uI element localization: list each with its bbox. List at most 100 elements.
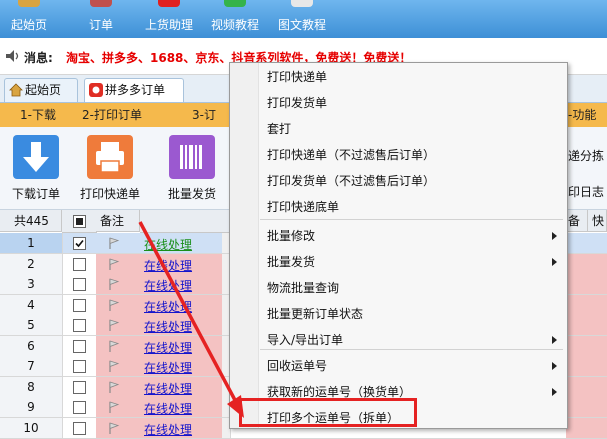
row-checkbox[interactable] <box>73 380 86 394</box>
row-select-cell <box>62 253 97 274</box>
step-download[interactable]: 1-下载 <box>20 103 56 127</box>
row-checkbox[interactable] <box>73 401 86 414</box>
message-label: 消息: <box>24 51 53 65</box>
row-remark-cell[interactable] <box>96 233 141 253</box>
row-number: 5 <box>0 315 63 335</box>
menu-item[interactable]: 批量修改 <box>267 226 315 246</box>
home-icon <box>18 0 40 7</box>
menu-item[interactable]: 批量发货 <box>267 252 315 272</box>
remark2-header: 备 <box>566 210 588 232</box>
row-remark-cell[interactable] <box>96 315 141 335</box>
flag-icon <box>109 278 120 290</box>
menu-item[interactable]: 打印快递单（不过滤售后订单） <box>267 145 435 165</box>
row-number: 9 <box>0 397 63 417</box>
row-select-cell <box>62 335 97 356</box>
menu-item[interactable]: 物流批量查询 <box>267 278 339 298</box>
step-functions[interactable]: -功能 <box>568 103 596 127</box>
row-status-cell: 在线处理 <box>140 294 223 315</box>
row-remark-cell[interactable] <box>96 335 141 356</box>
flag-icon <box>109 339 120 352</box>
online-process-link[interactable]: 在线处理 <box>144 421 192 438</box>
status-header <box>140 210 223 233</box>
topbar-docs-button[interactable]: 图文教程 <box>272 0 332 38</box>
menu-item[interactable]: 打印快递单 <box>267 67 327 87</box>
row-checkbox[interactable] <box>73 257 86 271</box>
row-remark-cell[interactable] <box>96 356 141 376</box>
row-checkbox[interactable] <box>73 319 86 332</box>
topbar-video-button[interactable]: 视频教程 <box>206 0 264 38</box>
menu-item[interactable]: 打印发货单 <box>267 93 327 113</box>
online-process-link[interactable]: 在线处理 <box>144 380 192 397</box>
row-status-cell: 在线处理 <box>140 335 223 356</box>
row-status-cell: 在线处理 <box>140 274 223 294</box>
row-right-cell <box>566 253 607 274</box>
flag-icon <box>109 421 120 434</box>
menu-item[interactable]: 打印快递底单 <box>267 197 339 217</box>
flag-icon <box>109 360 120 372</box>
menu-item[interactable]: 套打 <box>267 119 291 139</box>
row-select-cell <box>62 376 97 397</box>
online-process-link[interactable]: 在线处理 <box>144 298 192 315</box>
step-orders[interactable]: 3-订 <box>192 103 216 127</box>
batch-ship-button[interactable]: 批量发货 <box>162 135 222 205</box>
submenu-arrow-icon <box>552 388 557 396</box>
express-sort-fragment[interactable]: 递分拣 <box>568 147 604 164</box>
row-number: 10 <box>0 417 63 438</box>
row-remark-cell[interactable] <box>96 294 141 315</box>
topbar-orders-label: 订单 <box>88 18 113 32</box>
row-remark-cell[interactable] <box>96 253 141 274</box>
menu-gutter <box>230 63 259 428</box>
row-remark-cell[interactable] <box>96 274 141 294</box>
step-print-orders[interactable]: 2-打印订单 <box>82 103 142 127</box>
row-remark-cell[interactable] <box>96 417 141 438</box>
cart-icon <box>90 0 112 7</box>
row-checkbox[interactable] <box>73 360 86 373</box>
menu-separator <box>260 219 563 220</box>
online-process-link[interactable]: 在线处理 <box>144 236 192 253</box>
row-number: 4 <box>0 294 63 315</box>
online-process-link[interactable]: 在线处理 <box>144 277 192 294</box>
home-icon <box>9 83 23 97</box>
highlight-box <box>239 398 417 427</box>
upload-icon <box>158 0 180 7</box>
menu-item[interactable]: 打印发货单（不过滤售后订单） <box>267 171 435 191</box>
print-log-fragment[interactable]: 印日志 <box>568 183 604 200</box>
row-right-cell <box>566 294 607 315</box>
online-process-link[interactable]: 在线处理 <box>144 400 192 417</box>
row-checkbox[interactable] <box>73 421 86 435</box>
tab-pdd-orders[interactable]: 拼多多订单 <box>84 78 184 102</box>
menu-item[interactable]: 回收运单号 <box>267 356 327 376</box>
flag-icon <box>109 401 120 413</box>
row-checkbox[interactable] <box>73 278 86 291</box>
row-remark-cell[interactable] <box>96 397 141 417</box>
topbar-home-button[interactable]: 起始页 <box>0 0 58 38</box>
row-right-cell <box>566 376 607 397</box>
online-process-link[interactable]: 在线处理 <box>144 339 192 356</box>
doc-icon <box>291 0 313 7</box>
row-right-cell <box>566 274 607 294</box>
submenu-arrow-icon <box>552 258 557 266</box>
menu-item[interactable]: 导入/导出订单 <box>267 330 343 350</box>
topbar-upload-button[interactable]: 上货助理 <box>140 0 198 38</box>
print-express-label: 打印快递单 <box>79 187 140 201</box>
select-all-header[interactable] <box>62 210 97 233</box>
chat-icon <box>224 0 246 7</box>
tab-home[interactable]: 起始页 <box>4 78 78 102</box>
online-process-link[interactable]: 在线处理 <box>144 318 192 335</box>
row-checkbox[interactable] <box>73 298 86 312</box>
row-select-cell <box>62 315 97 335</box>
menu-item[interactable]: 批量更新订单状态 <box>267 304 363 324</box>
row-remark-cell[interactable] <box>96 376 141 397</box>
row-right-cell <box>566 417 607 438</box>
batch-ship-label: 批量发货 <box>167 187 216 201</box>
row-number: 2 <box>0 253 63 274</box>
online-process-link[interactable]: 在线处理 <box>144 359 192 376</box>
row-right-cell <box>566 356 607 376</box>
row-checkbox[interactable] <box>73 339 86 353</box>
row-checkbox[interactable] <box>73 237 86 250</box>
online-process-link[interactable]: 在线处理 <box>144 257 192 274</box>
select-all-checkbox[interactable] <box>73 215 86 228</box>
print-express-button[interactable]: 打印快递单 <box>80 135 140 205</box>
topbar-orders-button[interactable]: 订单 <box>76 0 126 38</box>
download-orders-button[interactable]: 下载订单 <box>6 135 66 205</box>
